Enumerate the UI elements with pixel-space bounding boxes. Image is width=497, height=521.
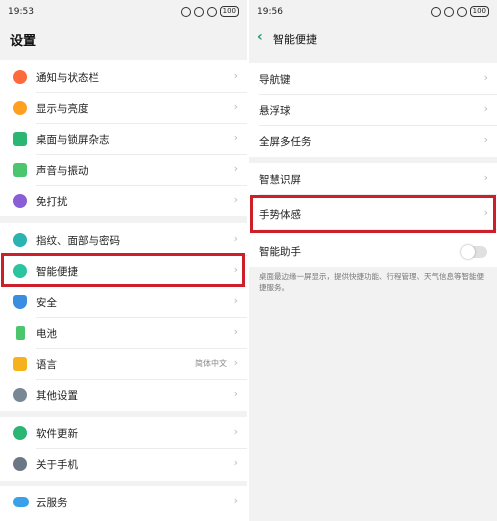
chevron-right-icon: › bbox=[233, 494, 238, 507]
settings-item-label: 云服务 bbox=[36, 497, 68, 509]
smart-group-1: 导航键 › 悬浮球 › 全屏多任务 › bbox=[249, 63, 497, 157]
settings-item-battery[interactable]: 电池 › bbox=[0, 318, 247, 349]
settings-item-label: 其他设置 bbox=[36, 390, 78, 402]
back-arrow-icon[interactable]: ‹ bbox=[257, 29, 263, 45]
chevron-right-icon: › bbox=[233, 325, 238, 338]
settings-item-dnd[interactable]: 免打扰 › bbox=[0, 186, 247, 217]
battery-icon bbox=[16, 326, 25, 340]
settings-item-about[interactable]: 关于手机 › bbox=[0, 449, 247, 480]
smart-item-label: 导航键 bbox=[259, 74, 291, 86]
status-icons: 100 bbox=[180, 6, 239, 17]
chevron-right-icon: › bbox=[233, 387, 238, 400]
settings-item-cloud[interactable]: 云服务 › bbox=[0, 487, 247, 518]
settings-item-label: 软件更新 bbox=[36, 428, 78, 440]
smart-item-floating-ball[interactable]: 悬浮球 › bbox=[249, 95, 497, 126]
moon-icon bbox=[13, 194, 27, 208]
smart-item-assistant: 智能助手 bbox=[249, 236, 497, 267]
settings-item-fingerprint[interactable]: 指纹、面部与密码 › bbox=[0, 225, 247, 256]
status-bar: 19:56 100 bbox=[249, 0, 497, 26]
fingerprint-icon bbox=[13, 233, 27, 247]
page-title: 智能便捷 bbox=[273, 33, 317, 46]
settings-item-label: 声音与振动 bbox=[36, 165, 89, 177]
status-time: 19:53 bbox=[8, 7, 34, 17]
chevron-right-icon: › bbox=[483, 133, 488, 146]
smart-item-label: 全屏多任务 bbox=[259, 136, 312, 148]
language-icon bbox=[13, 357, 27, 371]
chevron-right-icon: › bbox=[483, 171, 488, 184]
settings-item-language[interactable]: 语言 简体中文 › bbox=[0, 349, 247, 380]
chevron-right-icon: › bbox=[233, 193, 238, 206]
settings-item-notifications[interactable]: 通知与状态栏 › bbox=[0, 62, 247, 93]
settings-group-4: 云服务 › bbox=[0, 486, 247, 521]
settings-group-3: 软件更新 › 关于手机 › bbox=[0, 417, 247, 481]
settings-item-label: 桌面与锁屏杂志 bbox=[36, 134, 110, 146]
settings-item-sound[interactable]: 声音与振动 › bbox=[0, 155, 247, 186]
speaker-icon bbox=[13, 163, 27, 177]
assistant-description: 桌面最边缘一屏显示，提供快捷功能、行程管理、天气信息等智能便捷服务。 bbox=[259, 272, 484, 292]
bell-icon bbox=[13, 70, 27, 84]
settings-item-label: 关于手机 bbox=[36, 459, 78, 471]
chevron-right-icon: › bbox=[483, 102, 488, 115]
focus-icon bbox=[193, 6, 204, 17]
settings-group-1: 通知与状态栏 › 显示与亮度 › 桌面与锁屏杂志 › 声音与振动 › 免打扰 › bbox=[0, 60, 247, 216]
wallpaper-icon bbox=[13, 132, 27, 146]
status-icons: 100 bbox=[430, 6, 489, 17]
smart-item-nav-keys[interactable]: 导航键 › bbox=[249, 64, 497, 95]
settings-item-security[interactable]: 安全 › bbox=[0, 287, 247, 318]
battery-status-icon: 100 bbox=[219, 6, 239, 17]
settings-item-display[interactable]: 显示与亮度 › bbox=[0, 93, 247, 124]
settings-item-other[interactable]: 其他设置 › bbox=[0, 380, 247, 411]
chevron-right-icon: › bbox=[483, 71, 488, 84]
highlight-box bbox=[250, 195, 496, 233]
settings-item-label: 电池 bbox=[36, 328, 57, 340]
alarm-icon bbox=[180, 6, 191, 17]
chevron-right-icon: › bbox=[233, 100, 238, 113]
status-time: 19:56 bbox=[257, 7, 283, 17]
chevron-right-icon: › bbox=[233, 294, 238, 307]
smart-item-label: 智能助手 bbox=[259, 246, 301, 258]
settings-item-label: 指纹、面部与密码 bbox=[36, 235, 120, 247]
eye-icon bbox=[206, 6, 217, 17]
chevron-right-icon: › bbox=[233, 162, 238, 175]
chevron-right-icon: › bbox=[233, 356, 238, 369]
language-value: 简体中文 bbox=[195, 359, 227, 368]
settings-screen: 19:53 100 设置 通知与状态栏 › 显示与亮度 › 桌面与锁屏杂志 › bbox=[0, 0, 247, 521]
highlight-box bbox=[1, 253, 245, 287]
chevron-right-icon: › bbox=[233, 69, 238, 82]
page-title: 设置 bbox=[10, 34, 37, 49]
update-icon bbox=[13, 426, 27, 440]
smart-item-label: 悬浮球 bbox=[259, 105, 291, 117]
assistant-toggle[interactable] bbox=[461, 245, 487, 259]
smart-item-label: 智慧识屏 bbox=[259, 174, 301, 186]
smart-convenience-screen: 19:56 100 ‹ 智能便捷 导航键 › 悬浮球 › 全屏多任务 › 智慧识… bbox=[249, 0, 497, 521]
eye-icon bbox=[456, 6, 467, 17]
settings-item-label: 语言 bbox=[36, 359, 57, 371]
status-bar: 19:53 100 bbox=[0, 0, 247, 26]
brightness-icon bbox=[13, 101, 27, 115]
chevron-right-icon: › bbox=[233, 456, 238, 469]
shield-icon bbox=[13, 295, 27, 309]
chevron-right-icon: › bbox=[233, 425, 238, 438]
battery-status-icon: 100 bbox=[469, 6, 489, 17]
chevron-right-icon: › bbox=[233, 131, 238, 144]
chevron-right-icon: › bbox=[233, 232, 238, 245]
settings-item-label: 安全 bbox=[36, 297, 57, 309]
info-icon bbox=[13, 457, 27, 471]
settings-item-label: 显示与亮度 bbox=[36, 103, 89, 115]
cloud-icon bbox=[13, 497, 29, 507]
focus-icon bbox=[443, 6, 454, 17]
gear-icon bbox=[13, 388, 27, 402]
smart-item-fullscreen-multitask[interactable]: 全屏多任务 › bbox=[249, 126, 497, 157]
smart-item-screen-recognition[interactable]: 智慧识屏 › bbox=[249, 164, 497, 195]
settings-item-label: 免打扰 bbox=[36, 196, 68, 208]
alarm-icon bbox=[430, 6, 441, 17]
settings-item-wallpaper[interactable]: 桌面与锁屏杂志 › bbox=[0, 124, 247, 155]
settings-item-update[interactable]: 软件更新 › bbox=[0, 418, 247, 449]
settings-item-label: 通知与状态栏 bbox=[36, 72, 99, 84]
settings-group-2: 指纹、面部与密码 › 智能便捷 › 安全 › 电池 › 语言 简体中文 › 其他… bbox=[0, 223, 247, 411]
